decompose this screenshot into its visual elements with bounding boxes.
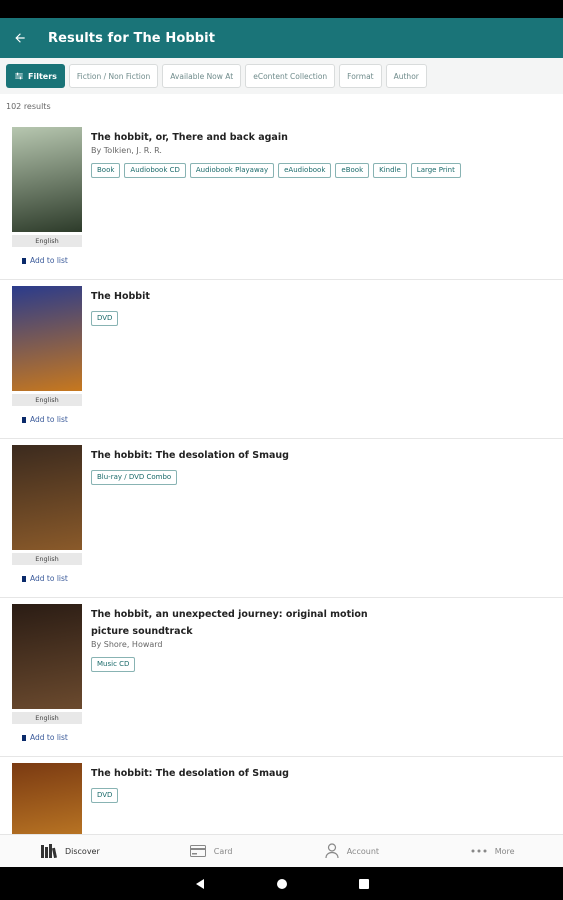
filter-chip-format[interactable]: Format (339, 64, 382, 88)
language-label: English (12, 235, 82, 247)
format-list: Music CD (91, 657, 471, 672)
result-title[interactable]: The hobbit: The desolation of Smaug (91, 765, 511, 782)
result-title[interactable]: The hobbit: The desolation of Smaug (91, 447, 511, 464)
format-button[interactable]: eAudiobook (278, 163, 332, 178)
format-button[interactable]: DVD (91, 311, 119, 326)
format-button[interactable]: Music CD (91, 657, 136, 672)
language-label: English (12, 712, 82, 724)
format-button[interactable]: Audiobook CD (124, 163, 186, 178)
format-list: DVD (91, 788, 471, 803)
filter-sliders-icon (15, 72, 23, 80)
bookmark-icon (22, 416, 26, 423)
format-list: Blu-ray / DVD Combo (91, 470, 471, 485)
format-button[interactable]: eBook (335, 163, 370, 178)
nav-discover-label: Discover (64, 846, 100, 856)
add-to-list-button[interactable]: Add to list (22, 415, 68, 424)
library-icon (40, 844, 57, 858)
format-button[interactable]: Audiobook Playaway (189, 163, 275, 178)
format-button[interactable]: Blu-ray / DVD Combo (91, 470, 178, 485)
filter-chip-econtent[interactable]: eContent Collection (245, 64, 336, 88)
result-info: The hobbit: The desolation of Smaug Blu-r… (91, 447, 511, 485)
card-icon (189, 845, 206, 857)
bookmark-icon (22, 257, 26, 264)
add-to-list-label: Add to list (30, 733, 68, 742)
nav-discover[interactable]: Discover (0, 835, 141, 867)
home-circle-icon[interactable] (276, 878, 288, 890)
system-nav-bar (0, 867, 563, 900)
arrow-left-icon (15, 33, 25, 43)
format-button[interactable]: DVD (91, 788, 119, 803)
result-item[interactable]: English Add to list The hobbit: The desola… (0, 439, 563, 598)
add-to-list-label: Add to list (30, 574, 68, 583)
nav-more[interactable]: More (422, 835, 563, 867)
add-to-list-button[interactable]: Add to list (22, 256, 68, 265)
language-label: English (12, 553, 82, 565)
filters-label: Filters (28, 71, 57, 81)
cover-image[interactable] (12, 127, 82, 232)
result-title[interactable]: The Hobbit (91, 288, 511, 305)
result-item[interactable]: English Add to list The hobbit, or, There … (0, 121, 563, 280)
cover-image[interactable] (12, 445, 82, 550)
nav-account[interactable]: Account (282, 835, 423, 867)
back-button[interactable] (2, 18, 38, 58)
bookmark-icon (22, 734, 26, 741)
filter-row: Filters Fiction / Non Fiction Available … (0, 58, 563, 94)
account-icon (325, 843, 339, 859)
filter-chip-fiction[interactable]: Fiction / Non Fiction (68, 64, 159, 88)
result-author: By Shore, Howard (91, 640, 163, 649)
result-title[interactable]: The hobbit, an unexpected journey: origi… (91, 606, 391, 640)
result-item[interactable]: English Add to list The Hobbit DVD (0, 280, 563, 439)
filter-chip-available[interactable]: Available Now At (162, 64, 242, 88)
app-bar: Results for The Hobbit (0, 18, 563, 58)
format-button[interactable]: Large Print (410, 163, 461, 178)
bottom-nav: Discover Card Account More (0, 834, 563, 867)
result-info: The Hobbit DVD (91, 288, 511, 326)
more-icon (471, 849, 487, 853)
add-to-list-label: Add to list (30, 415, 68, 424)
nav-account-label: Account (346, 846, 380, 856)
format-list: DVD (91, 311, 471, 326)
result-item[interactable]: English Add to list The hobbit, an unexpec… (0, 598, 563, 757)
back-triangle-icon[interactable] (194, 878, 206, 890)
add-to-list-button[interactable]: Add to list (22, 733, 68, 742)
result-info: The hobbit: The desolation of Smaug DVD (91, 765, 511, 803)
format-list: Book Audiobook CD Audiobook Playaway eAudio… (91, 163, 471, 178)
add-to-list-label: Add to list (30, 256, 68, 265)
filters-button[interactable]: Filters (6, 64, 65, 88)
nav-card-label: Card (213, 846, 233, 856)
add-to-list-button[interactable]: Add to list (22, 574, 68, 583)
format-button[interactable]: Book (91, 163, 121, 178)
result-item[interactable]: EnglishAdd to listThe hobbit: The desola… (0, 757, 563, 834)
result-author: By Tolkien, J. R. R. (91, 146, 162, 155)
bookmark-icon (22, 575, 26, 582)
filter-chip-author[interactable]: Author (385, 64, 427, 88)
nav-more-label: More (494, 846, 515, 856)
format-button[interactable]: Kindle (373, 163, 407, 178)
cover-image[interactable] (12, 286, 82, 391)
page-title: Results for The Hobbit (48, 30, 216, 46)
status-bar (0, 0, 563, 18)
nav-card[interactable]: Card (141, 835, 282, 867)
cover-image[interactable] (12, 604, 82, 709)
cover-image[interactable] (12, 763, 82, 834)
result-title[interactable]: The hobbit, or, There and back again (91, 129, 511, 146)
recents-square-icon[interactable] (358, 878, 370, 890)
language-label: English (12, 394, 82, 406)
result-info: The hobbit, an unexpected journey: origi… (91, 606, 511, 672)
results-count: 102 results (6, 102, 51, 111)
results-list: English Add to list The hobbit, or, There … (0, 121, 563, 834)
result-info: The hobbit, or, There and back again By T… (91, 129, 511, 178)
